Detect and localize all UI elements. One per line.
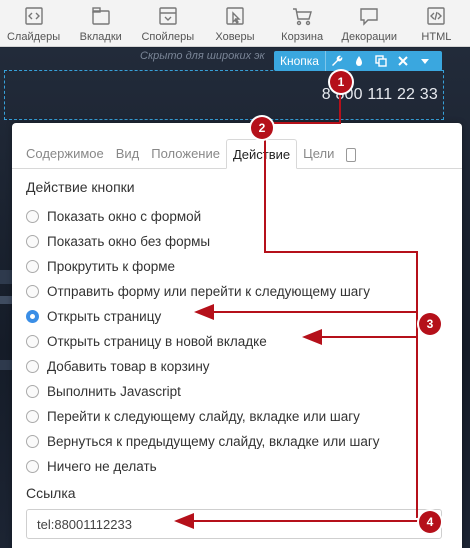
option-label: Ничего не делать — [47, 459, 157, 474]
wrench-icon[interactable] — [326, 51, 348, 71]
annotation-marker-2: 2 — [251, 117, 273, 139]
radio-button-selected[interactable] — [26, 310, 39, 323]
radio-button[interactable] — [26, 435, 39, 448]
toolbar-item-cart[interactable]: Корзина — [273, 5, 331, 43]
option-label: Показать окно без формы — [47, 234, 211, 249]
option-add-to-cart[interactable]: Добавить товар в корзину — [26, 354, 446, 379]
hidden-note: Скрыто для широких эк — [140, 50, 265, 62]
option-submit-form[interactable]: Отправить форму или перейти к следующему… — [26, 279, 446, 304]
option-label: Открыть страницу — [47, 309, 162, 324]
radio-button[interactable] — [26, 285, 39, 298]
background-element — [0, 296, 12, 304]
option-label: Отправить форму или перейти к следующему… — [47, 284, 370, 299]
radio-button[interactable] — [26, 235, 39, 248]
link-input[interactable] — [26, 509, 442, 539]
option-label: Вернуться к предыдущему слайду, вкладке … — [47, 434, 380, 449]
radio-button[interactable] — [26, 260, 39, 273]
top-toolbar: Слайдеры Вкладки Спойлеры Ховеры Корзина — [0, 0, 470, 47]
dropdown-icon[interactable] — [414, 51, 436, 71]
html-icon — [425, 5, 447, 27]
option-label: Прокрутить к форме — [47, 259, 175, 274]
tabs-icon — [90, 5, 112, 27]
more-tabs-icon[interactable] — [346, 148, 357, 162]
toolbar-item-html[interactable]: HTML — [407, 5, 465, 43]
hovers-icon — [224, 5, 246, 27]
element-toolbar: Кнопка — [274, 51, 442, 71]
background-element — [0, 360, 12, 370]
radio-button[interactable] — [26, 360, 39, 373]
sliders-icon — [23, 5, 45, 27]
toolbar-item-tabs[interactable]: Вкладки — [72, 5, 130, 43]
toolbar-item-decorations[interactable]: Декорации — [340, 5, 398, 43]
link-section-title: Ссылка — [26, 485, 76, 501]
toolbar-label: Ховеры — [215, 31, 255, 43]
option-next-slide[interactable]: Перейти к следующему слайду, вкладке или… — [26, 404, 446, 429]
option-open-page-new-tab[interactable]: Открыть страницу в новой вкладке — [26, 329, 446, 354]
option-scroll-to-form[interactable]: Прокрутить к форме — [26, 254, 446, 279]
toolbar-label: Вкладки — [79, 31, 122, 43]
option-label: Выполнить Javascript — [47, 384, 181, 399]
action-options: Показать окно с формой Показать окно без… — [26, 204, 446, 479]
option-label: Открыть страницу в новой вкладке — [47, 334, 267, 349]
option-show-no-form[interactable]: Показать окно без формы — [26, 229, 446, 254]
annotation-marker-4: 4 — [419, 511, 441, 533]
radio-button[interactable] — [26, 460, 39, 473]
option-show-form[interactable]: Показать окно с формой — [26, 204, 446, 229]
decorations-icon — [358, 5, 380, 27]
option-run-javascript[interactable]: Выполнить Javascript — [26, 379, 446, 404]
toolbar-label: Декорации — [341, 31, 397, 43]
toolbar-item-spoilers[interactable]: Спойлеры — [139, 5, 197, 43]
option-prev-slide[interactable]: Вернуться к предыдущему слайду, вкладке … — [26, 429, 446, 454]
radio-button[interactable] — [26, 410, 39, 423]
option-label: Показать окно с формой — [47, 209, 202, 224]
tab-content[interactable]: Содержимое — [20, 139, 110, 169]
drop-icon[interactable] — [348, 51, 370, 71]
tab-goals[interactable]: Цели — [297, 139, 340, 169]
panel-tabs: Содержимое Вид Положение Действие Цели — [12, 139, 462, 169]
toolbar-label: HTML — [421, 31, 452, 43]
option-label: Перейти к следующему слайду, вкладке или… — [47, 409, 360, 424]
radio-button[interactable] — [26, 385, 39, 398]
cart-icon — [291, 5, 313, 27]
option-do-nothing[interactable]: Ничего не делать — [26, 454, 446, 479]
option-label: Добавить товар в корзину — [47, 359, 210, 374]
copy-icon[interactable] — [370, 51, 392, 71]
toolbar-label: Корзина — [281, 31, 324, 43]
tab-action[interactable]: Действие — [225, 139, 298, 169]
tab-view[interactable]: Вид — [110, 139, 146, 169]
radio-button[interactable] — [26, 210, 39, 223]
element-label: Кнопка — [274, 51, 326, 71]
option-open-page[interactable]: Открыть страницу — [26, 304, 446, 329]
annotation-marker-1: 1 — [330, 71, 352, 93]
close-icon[interactable] — [392, 51, 414, 71]
toolbar-item-sliders[interactable]: Слайдеры — [5, 5, 63, 43]
toolbar-label: Спойлеры — [141, 31, 195, 43]
annotation-marker-3: 3 — [419, 313, 441, 335]
action-section-title: Действие кнопки — [26, 179, 135, 195]
toolbar-label: Слайдеры — [6, 31, 61, 43]
tab-position[interactable]: Положение — [145, 139, 226, 169]
spoilers-icon — [157, 5, 179, 27]
toolbar-item-hovers[interactable]: Ховеры — [206, 5, 264, 43]
background-element — [0, 270, 12, 284]
radio-button[interactable] — [26, 335, 39, 348]
settings-panel: Содержимое Вид Положение Действие Цели Д… — [12, 123, 462, 548]
